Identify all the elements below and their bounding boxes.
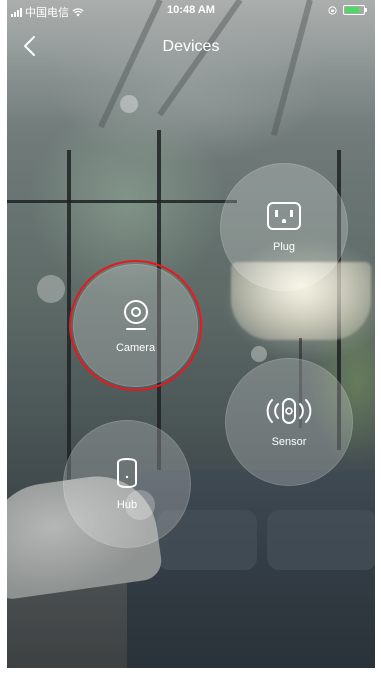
device-label: Sensor: [271, 436, 307, 448]
decorative-dot: [37, 275, 65, 303]
battery-icon: [343, 5, 367, 15]
device-hub-button[interactable]: Hub: [63, 420, 191, 548]
device-label: Plug: [272, 241, 296, 253]
window-frame: [7, 200, 237, 203]
orientation-lock-icon: [328, 5, 337, 15]
status-bar: 中国电信 10:48 AM: [7, 0, 375, 20]
decorative-dot: [251, 346, 267, 362]
camera-icon: [123, 299, 148, 330]
device-camera-button[interactable]: Camera: [73, 264, 198, 387]
device-label: Camera: [115, 341, 156, 354]
hub-icon: [117, 457, 137, 489]
decorative-dot: [120, 95, 138, 113]
status-right: [328, 5, 367, 15]
phone-screen: 中国电信 10:48 AM Devices Plug Camera Sensor…: [7, 0, 375, 668]
device-sensor-button[interactable]: Sensor: [225, 358, 353, 486]
plug-icon: [267, 202, 301, 230]
device-plug-button[interactable]: Plug: [220, 163, 348, 291]
decorative-dot: [125, 490, 155, 520]
sensor-icon: [266, 398, 312, 424]
status-time: 10:48 AM: [167, 4, 215, 16]
sofa-cushion: [267, 510, 375, 570]
page-title: Devices: [162, 38, 220, 55]
battery-fill: [345, 7, 359, 13]
